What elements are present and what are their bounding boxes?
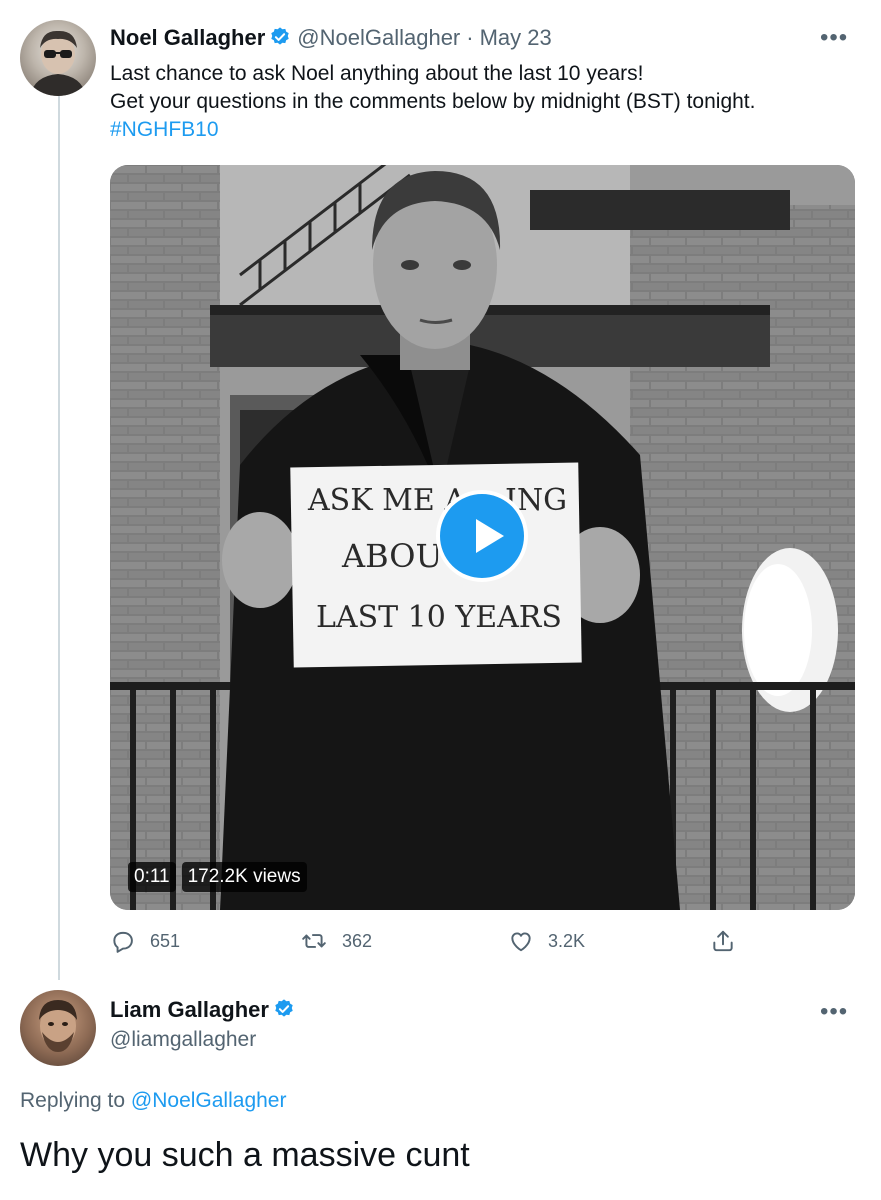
avatar[interactable]: [20, 990, 96, 1066]
verified-badge-icon: [269, 26, 291, 55]
tweet-text: Last chance to ask Noel anything about t…: [110, 60, 870, 144]
retweet-button[interactable]: 362: [300, 928, 372, 954]
tweet-header: Noel Gallagher @NoelGallagher · May 23: [110, 24, 552, 55]
reply-text: Why you such a massive cunt: [20, 1136, 470, 1174]
avatar[interactable]: [20, 20, 96, 96]
reply-header: Liam Gallagher: [110, 996, 301, 1027]
share-icon: [713, 930, 733, 952]
video-duration: 0:11: [128, 862, 176, 892]
hashtag-link[interactable]: #NGHFB10: [110, 116, 870, 144]
reply-button[interactable]: 651: [110, 928, 180, 954]
heart-icon: [511, 932, 531, 952]
verified-badge-icon: [273, 998, 295, 1027]
reply-count: 651: [150, 930, 181, 951]
author-handle[interactable]: @NoelGallagher: [297, 25, 460, 50]
sign-text-line3: LAST 10 YEARS: [316, 600, 562, 635]
replying-to: Replying to @NoelGallagher: [20, 1089, 286, 1113]
tweet-date[interactable]: May 23: [480, 25, 552, 50]
more-options-icon[interactable]: •••: [820, 26, 848, 50]
retweet-count: 362: [342, 930, 373, 951]
tweet-actions: 651 362 3.2K: [110, 928, 855, 960]
play-button-icon[interactable]: [436, 490, 528, 582]
tweet-text-line: Last chance to ask Noel anything about t…: [110, 62, 644, 85]
video-views: 172.2K views: [181, 862, 307, 892]
replying-to-link[interactable]: @NoelGallagher: [131, 1089, 287, 1112]
sign-text-line2: ABOU: [341, 537, 442, 575]
more-options-icon[interactable]: •••: [820, 1000, 848, 1024]
reply-author-handle[interactable]: @liamgallagher: [110, 1028, 256, 1052]
replying-prefix: Replying to: [20, 1089, 131, 1112]
video-info: 0:11 172.2K views: [128, 862, 307, 892]
like-button[interactable]: 3.2K: [508, 928, 585, 954]
thread-connector-line: [58, 96, 60, 980]
separator-dot: ·: [466, 25, 474, 50]
share-button[interactable]: [710, 928, 750, 954]
like-count: 3.2K: [548, 930, 586, 951]
tweet-text-line: Get your questions in the comments below…: [110, 90, 756, 113]
reply-author-name[interactable]: Liam Gallagher: [110, 997, 269, 1022]
reply-icon: [113, 931, 133, 953]
author-name[interactable]: Noel Gallagher: [110, 25, 265, 50]
retweet-icon: [302, 934, 326, 948]
